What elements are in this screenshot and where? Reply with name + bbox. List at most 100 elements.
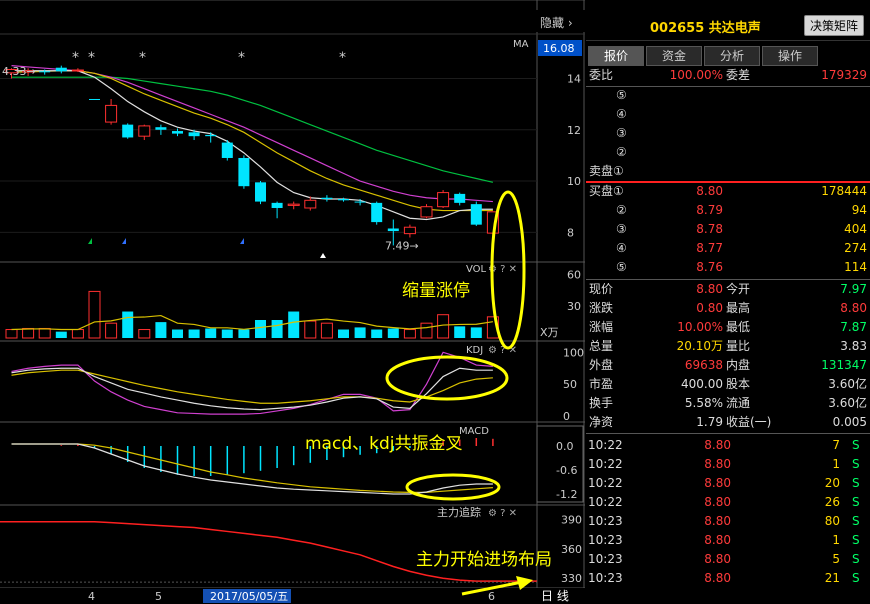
- stat-value: 0.80: [696, 301, 723, 315]
- star-marker: *: [72, 50, 79, 66]
- high-price-label: 4.33→: [2, 65, 36, 78]
- decision-matrix-button[interactable]: 决策矩阵: [803, 15, 864, 36]
- volume-bar-down: [255, 320, 266, 338]
- volume-bar-up: [22, 327, 35, 339]
- stat-label: 内盘: [726, 358, 751, 372]
- stat-label: 换手: [589, 396, 614, 410]
- volume-bar-up: [138, 329, 151, 339]
- tick-price: 8.80: [704, 552, 731, 566]
- tick-time: 10:22: [588, 476, 623, 490]
- vol-tick-label: 30: [567, 300, 581, 313]
- macd-tick-label: -0.6: [556, 464, 577, 477]
- quote-tabs: 报价 资金 分析 操作: [586, 46, 870, 66]
- volume-bar-down: [338, 329, 349, 338]
- stat-label: 涨跌: [589, 301, 614, 315]
- sell-level-2-label: ②: [616, 145, 627, 159]
- tick-volume: 1: [832, 457, 840, 471]
- volume-bar-up: [320, 322, 333, 339]
- stat-value: 0.005: [832, 415, 867, 429]
- tick-row: 10:23 8.80 80 S: [586, 512, 870, 531]
- buy-level-3: ③ 8.78 404: [586, 220, 870, 239]
- volume-bar-up: [105, 322, 118, 339]
- x-axis-label: 6: [488, 590, 495, 603]
- annotation-macd-kdj: macd、kdj共振金叉: [305, 434, 463, 454]
- tick-volume: 5: [832, 552, 840, 566]
- tab-analysis[interactable]: 分析: [704, 46, 760, 66]
- candle-body-down: [354, 201, 366, 203]
- stat-label: 净资: [589, 415, 614, 429]
- current-price-tag: 16.08: [543, 42, 575, 55]
- period-selector[interactable]: 日 线: [541, 589, 569, 603]
- volume-bar-up: [5, 329, 18, 339]
- hide-button[interactable]: 隐藏 ›: [540, 16, 573, 30]
- stat-value: 3.60亿: [828, 377, 867, 391]
- buy-1-vol: 178444: [821, 184, 867, 198]
- stats-row: 总量 20.10万 量比 3.83: [586, 337, 870, 356]
- volume-bar-down: [172, 329, 183, 338]
- tab-quote[interactable]: 报价: [588, 46, 644, 66]
- tick-row: 10:23 8.80 5 S: [586, 550, 870, 569]
- candle-body-down: [387, 228, 399, 232]
- buy-level-2: ② 8.79 94: [586, 201, 870, 220]
- tick-volume: 26: [824, 495, 840, 509]
- volume-bar-down: [122, 311, 134, 338]
- buy-3-price: 8.78: [696, 222, 723, 236]
- kline-chart-area[interactable]: 隐藏 › MA 16.08 14 12 10 8 * * * * * 4.33→ 7.49→ VOL ⚙ ? …: [0, 0, 585, 604]
- candle-body-down: [122, 124, 134, 138]
- volume-bar-up: [403, 329, 416, 339]
- stat-label: 流通: [726, 396, 751, 410]
- weicha-value: 179329: [821, 68, 867, 82]
- kline-chart-svg[interactable]: 隐藏 › MA 16.08 14 12 10 8 * * * * * 4.33→ 7.49→ VOL ⚙ ? …: [0, 0, 585, 604]
- buy-level-4: ④ 8.77 274: [586, 239, 870, 258]
- tick-row: 10:22 8.80 1 S: [586, 455, 870, 474]
- volume-bar-down: [155, 322, 167, 338]
- sell-level-3: ③: [586, 124, 870, 143]
- tick-side: S: [852, 514, 860, 528]
- stats-row: 市盈 400.00 股本 3.60亿: [586, 375, 870, 394]
- volume-bar-down: [205, 328, 217, 338]
- tick-time: 10:23: [588, 533, 623, 547]
- kdj-tick-label: 50: [563, 378, 577, 391]
- stats-row: 外盘 69638 内盘 131347: [586, 356, 870, 375]
- candle-body-down: [205, 134, 217, 137]
- quote-panel: 002655 共达电声 决策矩阵 报价 资金 分析 操作 委比 100.00% …: [586, 0, 870, 604]
- signal-mark: [88, 238, 92, 244]
- tab-funds[interactable]: 资金: [646, 46, 702, 66]
- sell-level-1: 卖盘①: [586, 162, 870, 181]
- signal-mark: [240, 238, 244, 244]
- candle-body-down: [321, 197, 333, 200]
- stat-value: 20.10万: [676, 339, 723, 353]
- quote-header: 002655 共达电声 决策矩阵: [586, 0, 870, 41]
- volume-bar-down: [454, 326, 466, 338]
- tick-side: S: [852, 457, 860, 471]
- volume-bar-down: [188, 329, 200, 338]
- ma-yellow-line: [11, 70, 493, 212]
- volume-bar-up: [38, 327, 51, 339]
- candle-body-down: [172, 131, 183, 134]
- price-tick-label: 14: [567, 72, 581, 85]
- candle-body-down: [470, 204, 482, 225]
- tick-side: S: [852, 495, 860, 509]
- tick-volume: 21: [824, 571, 840, 585]
- tab-operate[interactable]: 操作: [762, 46, 818, 66]
- sell-level-2: ②: [586, 143, 870, 162]
- tick-time: 10:23: [588, 571, 623, 585]
- x-axis-date-label: 2017/05/05/五: [210, 590, 288, 603]
- price-tick-label: 8: [567, 226, 574, 239]
- tick-price: 8.80: [704, 438, 731, 452]
- weicha-label: 委差: [726, 68, 751, 82]
- macd-tick-label: 0.0: [556, 440, 574, 453]
- volume-bar-down: [238, 329, 250, 338]
- sell-header: 卖盘①: [589, 164, 624, 178]
- tick-time: 10:22: [588, 495, 623, 509]
- weibi-row: 委比 100.00% 委差 179329: [586, 66, 870, 85]
- tick-time: 10:23: [588, 514, 623, 528]
- tick-row: 10:22 8.80 7 S: [586, 436, 870, 455]
- buy-5-price: 8.76: [696, 260, 723, 274]
- buy-2-label: ②: [616, 203, 627, 217]
- volume-bar-down: [371, 329, 383, 338]
- divider: [586, 433, 870, 434]
- star-marker: *: [88, 50, 95, 66]
- stat-label: 股本: [726, 377, 751, 391]
- stat-value: 3.83: [840, 339, 867, 353]
